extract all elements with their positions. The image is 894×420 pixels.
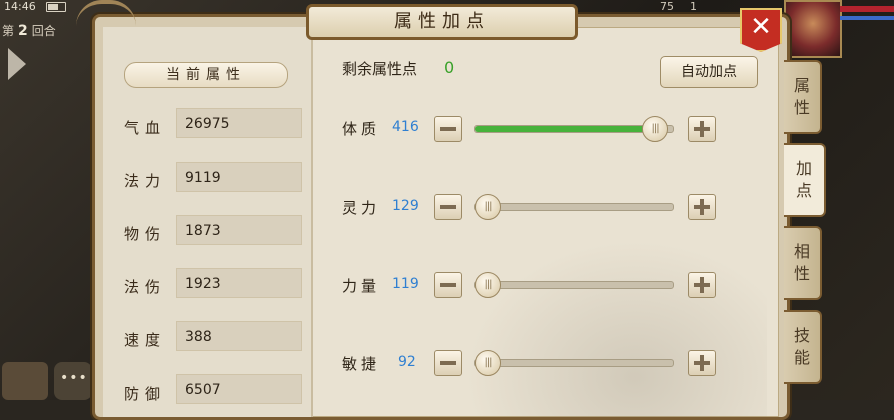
constitution-slider[interactable]: ||| (474, 116, 674, 142)
tab-attributes[interactable]: 属性 (784, 60, 822, 134)
character-portrait[interactable] (784, 0, 842, 58)
constitution-slider-handle[interactable]: ||| (642, 116, 669, 142)
close-button[interactable]: ✕ (740, 8, 782, 52)
decrease-strength-button[interactable] (434, 272, 462, 298)
round-prefix: 第 (2, 24, 15, 38)
stat-value-spirit: 129 (392, 198, 419, 214)
team-icon[interactable] (2, 362, 48, 400)
stat-name-spirit: 灵力 (342, 199, 381, 217)
current-attributes-header: 当前属性 (124, 62, 288, 88)
stat-value-strength: 119 (392, 276, 419, 292)
stat-value-constitution: 416 (392, 119, 419, 135)
attr-label-phys-dmg: 物伤 (124, 225, 167, 243)
tab-attributes-label: 属性 (793, 76, 810, 117)
tab-allocate[interactable]: 加点 (784, 143, 826, 217)
increase-strength-button[interactable] (688, 272, 716, 298)
round-suffix: 回合 (31, 24, 56, 38)
dialog-title-banner: 属性加点 (306, 4, 578, 40)
agility-slider[interactable]: ||| (474, 350, 674, 376)
stat-name-constitution: 体质 (342, 120, 381, 138)
remaining-points-value: 0 (444, 58, 455, 77)
ink-landscape-decoration (437, 217, 767, 417)
remaining-points-label: 剩余属性点 (342, 60, 418, 78)
spirit-slider[interactable]: ||| (474, 194, 674, 220)
status-time: 14:46 (4, 0, 36, 13)
attr-value-hp: 26975 (176, 108, 302, 138)
hud-count-1: 75 (660, 0, 674, 13)
attr-value-mag-dmg: 1923 (176, 268, 302, 298)
strength-slider-handle[interactable]: ||| (475, 272, 501, 298)
attr-label-mag-dmg: 法伤 (124, 278, 167, 296)
strength-slider[interactable]: ||| (474, 272, 674, 298)
hud-count-2: 1 (690, 0, 697, 13)
increase-spirit-button[interactable] (688, 194, 716, 220)
attr-label-defense: 防御 (124, 385, 167, 403)
round-number: 2 (18, 23, 28, 39)
attr-label-mp: 法力 (124, 172, 167, 190)
constitution-slider-fill (475, 126, 666, 132)
stat-name-agility: 敏捷 (342, 355, 381, 373)
hp-bar (840, 6, 894, 12)
chat-icon[interactable] (54, 362, 92, 400)
tab-skills[interactable]: 技能 (784, 310, 822, 384)
attr-label-hp: 气血 (124, 119, 167, 137)
tab-skills-label: 技能 (793, 326, 810, 367)
increase-constitution-button[interactable] (688, 116, 716, 142)
decrease-spirit-button[interactable] (434, 194, 462, 220)
dialog-title: 属性加点 (394, 11, 490, 32)
spirit-slider-handle[interactable]: ||| (475, 194, 501, 220)
stat-value-agility: 92 (398, 354, 416, 370)
round-indicator: 第 2 回合 (2, 22, 56, 39)
auto-allocate-button[interactable]: 自动加点 (660, 56, 758, 88)
attr-value-speed: 388 (176, 321, 302, 351)
agility-slider-handle[interactable]: ||| (475, 350, 501, 376)
attr-value-mp: 9119 (176, 162, 302, 192)
tab-affinity-label: 相性 (793, 242, 810, 283)
decrease-constitution-button[interactable] (434, 116, 462, 142)
battery-icon (46, 2, 66, 12)
tab-affinity[interactable]: 相性 (784, 226, 822, 300)
attr-label-speed: 速度 (124, 331, 167, 349)
stat-name-strength: 力量 (342, 277, 381, 295)
tab-allocate-label: 加点 (795, 159, 812, 200)
expand-arrow-icon[interactable] (8, 48, 26, 80)
increase-agility-button[interactable] (688, 350, 716, 376)
decrease-agility-button[interactable] (434, 350, 462, 376)
attr-value-phys-dmg: 1873 (176, 215, 302, 245)
mp-bar (840, 16, 894, 20)
